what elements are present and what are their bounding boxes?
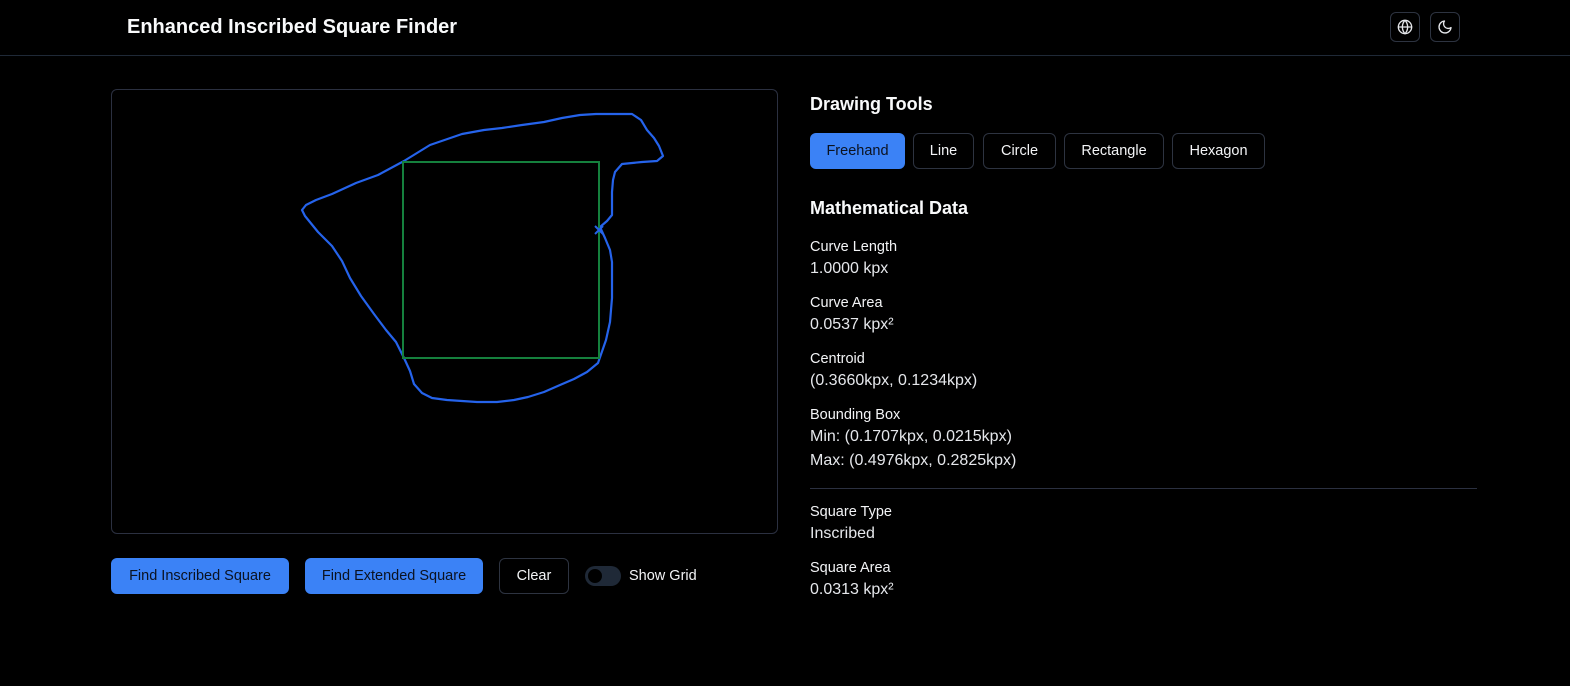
math-data-title: Mathematical Data [810,198,969,218]
curve-length-value: 1.0000 kpx [810,260,889,277]
tool-circle-button[interactable]: Circle [983,133,1056,169]
tool-rectangle-button[interactable]: Rectangle [1064,133,1164,169]
inscribed-square [402,161,600,359]
bounding-box-label: Bounding Box [810,407,901,423]
app-header: Enhanced Inscribed Square Finder [0,0,1570,56]
tool-freehand-button[interactable]: Freehand [810,133,905,169]
curve-area-label: Curve Area [810,295,883,311]
bounding-box-max: Max: (0.4976kpx, 0.2825kpx) [810,452,1017,469]
square-area-label: Square Area [810,560,891,576]
bounding-box-min: Min: (0.1707kpx, 0.0215kpx) [810,428,1012,445]
curve-area-value: 0.0537 kpx² [810,316,894,333]
show-grid-toggle[interactable] [585,566,621,586]
globe-icon [1397,19,1413,35]
clear-button[interactable]: Clear [499,558,569,594]
tool-line-button[interactable]: Line [913,133,974,169]
theme-toggle-button[interactable] [1430,12,1460,42]
show-grid-label: Show Grid [629,568,697,584]
centroid-value: (0.3660kpx, 0.1234kpx) [810,372,978,389]
drawing-tools-title: Drawing Tools [810,94,933,114]
app-title: Enhanced Inscribed Square Finder [127,16,458,38]
canvas-drawing [300,112,665,404]
tool-hexagon-button[interactable]: Hexagon [1172,133,1265,169]
moon-icon [1438,20,1452,34]
square-area-value: 0.0313 kpx² [810,581,894,598]
curve-length-label: Curve Length [810,239,898,255]
toggle-knob [588,569,602,583]
square-type-label: Square Type [810,504,892,520]
divider [810,488,1477,489]
find-inscribed-square-button[interactable]: Find Inscribed Square [111,558,289,594]
square-type-value: Inscribed [810,525,875,542]
find-extended-square-button[interactable]: Find Extended Square [305,558,483,594]
language-button[interactable] [1390,12,1420,42]
drawing-canvas[interactable] [111,89,778,534]
centroid-label: Centroid [810,351,865,367]
